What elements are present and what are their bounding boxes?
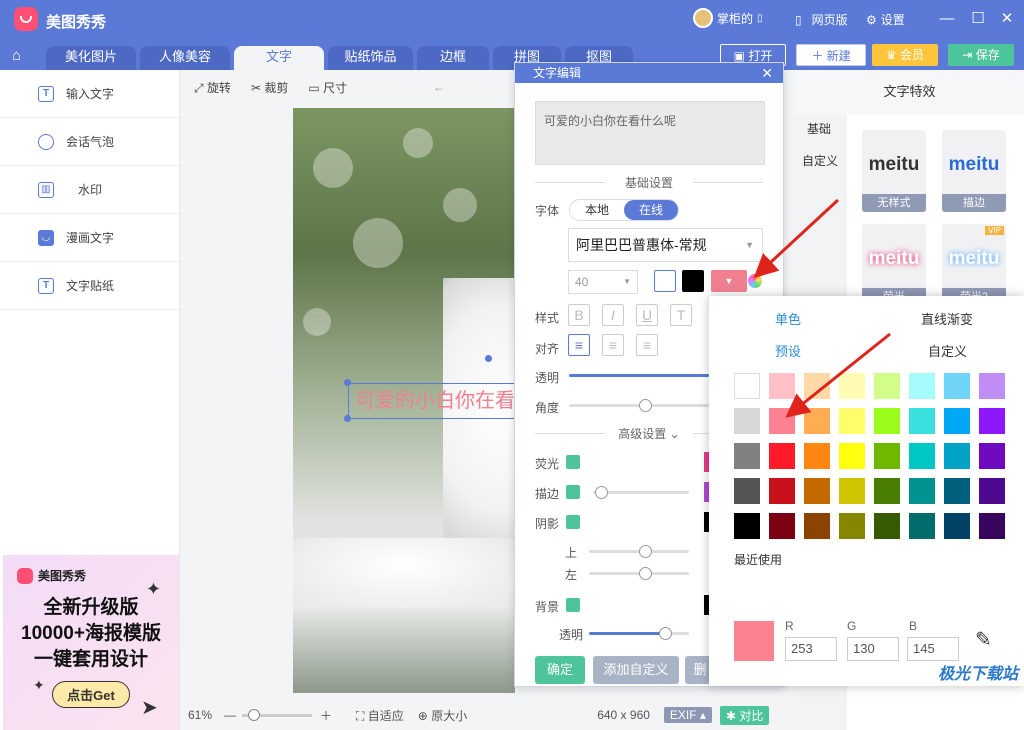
arrow-to-color-wheel — [753, 198, 840, 279]
arrow-to-swatch — [785, 332, 891, 418]
annotation-arrows — [753, 198, 891, 418]
